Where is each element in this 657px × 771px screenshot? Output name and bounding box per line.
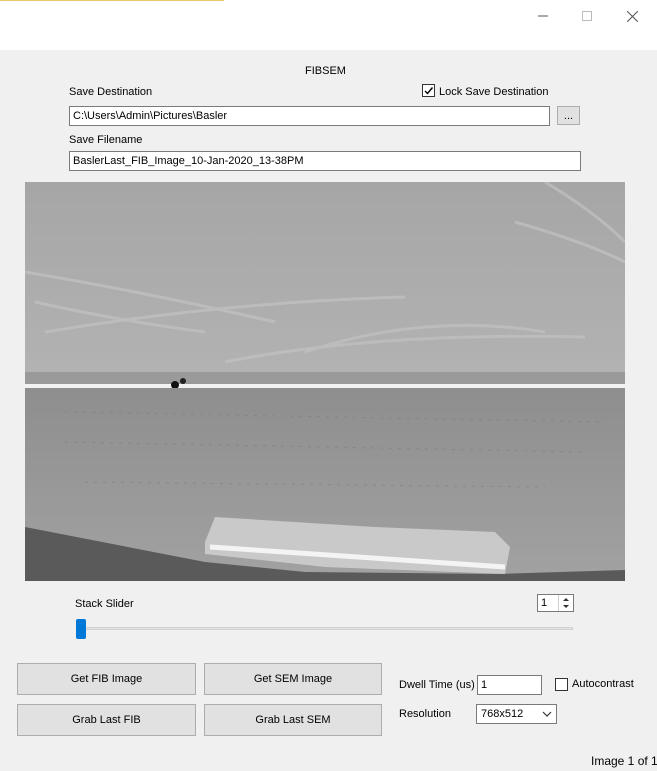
maximize-button[interactable] (572, 6, 602, 26)
browse-button[interactable]: ... (557, 106, 580, 125)
close-button[interactable] (617, 6, 647, 26)
maximize-icon (582, 11, 592, 21)
grab-last-fib-button[interactable]: Grab Last FIB (17, 704, 196, 736)
resolution-label: Resolution (399, 708, 451, 720)
stack-spinner[interactable]: 1 (537, 594, 574, 612)
save-destination-label: Save Destination (69, 86, 153, 98)
spinner-arrows[interactable] (558, 595, 573, 611)
lock-save-destination-label[interactable]: Lock Save Destination (439, 86, 548, 98)
chevron-down-icon (542, 711, 552, 717)
get-fib-image-button[interactable]: Get FIB Image (17, 663, 196, 695)
stack-spinner-value: 1 (541, 597, 548, 609)
checkmark-icon (424, 87, 434, 95)
stack-slider-track[interactable] (77, 627, 573, 630)
stack-slider-label: Stack Slider (75, 598, 134, 610)
autocontrast-label[interactable]: Autocontrast (572, 678, 634, 690)
get-sem-image-button[interactable]: Get SEM Image (204, 663, 382, 695)
resolution-select[interactable]: 768x512 (476, 704, 557, 724)
microscope-image (25, 182, 625, 581)
image-counter: Image 1 of 1 (591, 754, 657, 768)
lock-save-destination-checkbox[interactable] (422, 84, 435, 97)
grab-last-sem-button[interactable]: Grab Last SEM (204, 704, 382, 736)
page-title: FIBSEM (305, 65, 346, 77)
close-icon (626, 10, 638, 22)
save-destination-input[interactable]: C:\Users\Admin\Pictures\Basler (69, 106, 550, 126)
title-bar (0, 0, 657, 50)
stack-slider-thumb[interactable] (76, 619, 86, 639)
dwell-time-input[interactable]: 1 (477, 675, 542, 695)
minimize-button[interactable] (528, 6, 558, 26)
dwell-time-label: Dwell Time (us) (399, 679, 475, 691)
save-filename-input[interactable]: BaslerLast_FIB_Image_10-Jan-2020_13-38PM (69, 151, 581, 171)
spinner-up-down-icon (563, 598, 569, 608)
minimize-icon (538, 15, 548, 17)
autocontrast-checkbox[interactable] (555, 678, 568, 691)
save-filename-label: Save Filename (69, 134, 143, 146)
resolution-value: 768x512 (481, 708, 524, 720)
fib-image-graphic (25, 182, 625, 581)
title-bar-accent (0, 0, 224, 1)
